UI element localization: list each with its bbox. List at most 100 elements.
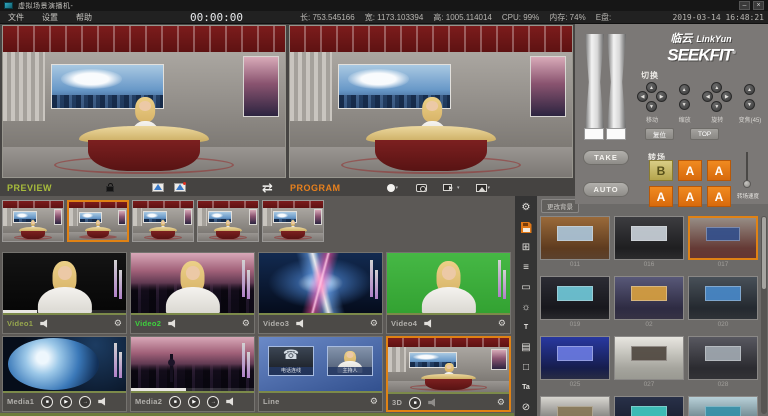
stream-button[interactable]: ▾ xyxy=(443,184,460,191)
take-button[interactable]: TAKE xyxy=(583,150,629,165)
monitor-icon[interactable]: ▭ xyxy=(518,280,534,295)
shot-thumb-3[interactable] xyxy=(197,200,259,242)
pad-0-up-button[interactable]: ▲ xyxy=(646,82,657,93)
save-icon[interactable] xyxy=(518,220,534,235)
transition-btn-0-2[interactable]: A xyxy=(707,160,731,181)
scene-item-031[interactable]: 031 xyxy=(688,396,758,416)
source-media2[interactable]: Media2■▶→ xyxy=(130,336,255,412)
speaker-icon[interactable] xyxy=(168,319,178,328)
transition-btn-1-2[interactable]: A xyxy=(707,186,731,207)
scene-item-028[interactable]: 028 xyxy=(688,336,758,390)
light-icon[interactable]: ☼ xyxy=(518,300,534,315)
speaker-icon[interactable] xyxy=(424,319,434,328)
program-monitor[interactable] xyxy=(289,25,573,178)
media-play-button[interactable]: ▶ xyxy=(60,396,72,408)
file-icon[interactable]: □ xyxy=(518,360,534,375)
shot-thumb-0[interactable] xyxy=(2,200,64,242)
pad-2-right-button[interactable]: ▶ xyxy=(721,91,732,102)
pad-0-right-button[interactable]: ▶ xyxy=(656,91,667,102)
scene-scrollbar[interactable] xyxy=(761,216,767,414)
minimize-button[interactable]: – xyxy=(739,1,750,10)
scene-item-025[interactable]: 025 xyxy=(540,336,610,390)
source-video4[interactable]: Video4⚙ xyxy=(386,252,511,334)
transition-btn-1-0[interactable]: A xyxy=(649,186,673,207)
scene-item-019[interactable]: 019 xyxy=(540,276,610,330)
pad-0-down-button[interactable]: ▼ xyxy=(646,101,657,112)
menu-help[interactable]: 帮助 xyxy=(76,12,92,23)
speaker-icon[interactable] xyxy=(296,319,306,328)
stamp-icon[interactable]: ⊘ xyxy=(518,400,534,415)
pad-2-down-button[interactable]: ▼ xyxy=(711,101,722,112)
pad-1-up-button[interactable]: ▲ xyxy=(679,84,690,95)
shot-thumb-1[interactable] xyxy=(67,200,129,242)
source-video2[interactable]: Video2⚙ xyxy=(130,252,255,334)
speaker-icon[interactable] xyxy=(226,397,236,406)
top-button[interactable]: TOP xyxy=(690,128,719,140)
lock-icon[interactable] xyxy=(106,183,114,192)
change-background-tab[interactable]: 更改背景 xyxy=(541,199,579,213)
record-button[interactable]: ▾ xyxy=(387,184,399,192)
reset-button[interactable]: 复位 xyxy=(645,128,674,140)
pad-2-left-button[interactable]: ◀ xyxy=(702,91,713,102)
slider-knob[interactable] xyxy=(743,180,751,188)
mask-b-icon[interactable] xyxy=(174,183,186,192)
pad-3-up-button[interactable]: ▲ xyxy=(744,84,755,95)
subtitle-icon[interactable]: T xyxy=(518,320,534,335)
media-stop-button[interactable]: ■ xyxy=(41,396,53,408)
layers-icon[interactable]: ▤ xyxy=(518,340,534,355)
transition-btn-0-0[interactable]: B xyxy=(649,160,673,181)
preview-monitor[interactable] xyxy=(2,25,286,178)
source-3d[interactable]: 3D■⚙ xyxy=(386,336,511,412)
media-loop-button[interactable]: → xyxy=(207,396,219,408)
shot-thumb-2[interactable] xyxy=(132,200,194,242)
scrollbar-thumb[interactable] xyxy=(762,217,766,289)
speaker-icon[interactable] xyxy=(40,319,50,328)
scene-item-02[interactable]: 02 xyxy=(614,276,684,330)
shot-thumb-4[interactable] xyxy=(262,200,324,242)
pad-1-down-button[interactable]: ▼ xyxy=(679,99,690,110)
transition-speed-slider[interactable]: 转场速度 xyxy=(745,152,749,190)
pad-3-down-button[interactable]: ▼ xyxy=(744,99,755,110)
menu-file[interactable]: 文件 xyxy=(8,12,24,23)
add-scene-icon[interactable]: ⊞ xyxy=(518,240,534,255)
source-line[interactable]: ☎电话连线主持人Line⚙ xyxy=(258,336,383,412)
scene-item-016[interactable]: 016 xyxy=(614,216,684,270)
scene-screen xyxy=(705,286,740,301)
menu-settings[interactable]: 设置 xyxy=(42,12,58,23)
scene-item-027[interactable]: 027 xyxy=(614,336,684,390)
settings-gear-icon[interactable]: ⚙ xyxy=(370,319,378,328)
auto-button[interactable]: AUTO xyxy=(583,182,629,197)
snapshot-button[interactable] xyxy=(416,184,427,192)
speaker-icon[interactable] xyxy=(98,397,108,406)
t-bar-fader[interactable] xyxy=(585,34,629,146)
media-stop-button[interactable]: ■ xyxy=(409,397,421,409)
settings-gear-icon[interactable]: ⚙ xyxy=(242,319,250,328)
swap-preview-program-icon[interactable]: ⇄ xyxy=(262,179,273,196)
scene-item-020[interactable]: 020 xyxy=(688,276,758,330)
media-play-button[interactable]: ▶ xyxy=(188,396,200,408)
image-output-button[interactable]: ▾ xyxy=(476,184,491,192)
close-button[interactable]: × xyxy=(753,1,764,10)
settings-gear-icon[interactable]: ⚙ xyxy=(497,398,505,407)
settings-gear-icon[interactable]: ⚙ xyxy=(114,319,122,328)
scene-item-017[interactable]: 017 xyxy=(688,216,758,270)
settings-gear-icon[interactable]: ⚙ xyxy=(518,200,534,215)
transition-btn-0-1[interactable]: A xyxy=(678,160,702,181)
transition-btn-1-1[interactable]: A xyxy=(678,186,702,207)
speaker-icon[interactable] xyxy=(428,398,438,407)
pad-0-left-button[interactable]: ◀ xyxy=(637,91,648,102)
playlist-icon[interactable]: ≡ xyxy=(518,260,534,275)
source-media1[interactable]: Media1■▶→ xyxy=(2,336,127,412)
settings-gear-icon[interactable]: ⚙ xyxy=(370,397,378,406)
mask-a-icon[interactable] xyxy=(152,183,164,192)
settings-gear-icon[interactable]: ⚙ xyxy=(498,319,506,328)
font-icon[interactable]: Ta xyxy=(518,380,534,395)
media-loop-button[interactable]: → xyxy=(79,396,91,408)
source-video3[interactable]: Video3⚙ xyxy=(258,252,383,334)
scene-item-030[interactable]: 030 xyxy=(540,396,610,416)
source-video1[interactable]: Video1⚙ xyxy=(2,252,127,334)
scene-item-011[interactable]: 011 xyxy=(540,216,610,270)
scene-item-03[interactable]: 03 xyxy=(614,396,684,416)
pad-2-up-button[interactable]: ▲ xyxy=(711,82,722,93)
media-stop-button[interactable]: ■ xyxy=(169,396,181,408)
